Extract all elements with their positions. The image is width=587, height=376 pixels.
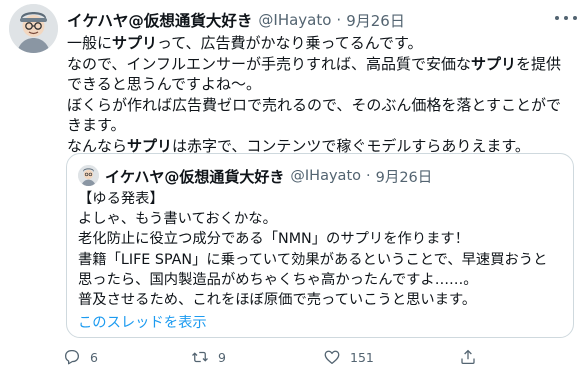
text-segment: を提供 (515, 54, 561, 73)
quoted-line: 思ったら、国内製造品がめちゃくちゃ高かったんですよ……。 (78, 271, 478, 288)
reply-button[interactable]: 6 (63, 345, 98, 369)
highlighted-keyword: サプリ (112, 34, 158, 52)
tweet-line: できると思うんですよね〜。 (67, 74, 572, 95)
quoted-line: 老化防止に役立つ成分である「NMN」のサプリを作ります！ (78, 231, 470, 248)
quoted-tweet[interactable]: イケハヤ@仮想通貨大好き @IHayato · 9月26日 【ゆる発表】 よしゃ… (66, 153, 574, 338)
text-segment: 一般に (67, 34, 113, 52)
retweet-button[interactable]: 9 (191, 345, 226, 369)
text-segment: きます。 (67, 116, 126, 134)
text-segment: ぼくらが作れば広告費ゼロで売れるので、そのぶん価格を落とすことがで (67, 95, 561, 114)
like-count: 151 (350, 349, 374, 365)
quoted-handle: @IHayato (290, 168, 361, 184)
tweet-date[interactable]: 9月26日 (346, 10, 405, 31)
show-thread-link[interactable]: このスレッドを表示 (78, 311, 207, 332)
more-icon[interactable] (555, 10, 577, 26)
retweet-icon (192, 351, 208, 363)
display-name[interactable]: イケハヤ@仮想通貨大好き (67, 9, 252, 31)
handle[interactable]: @IHayato (258, 11, 331, 29)
quoted-date: 9月26日 (375, 169, 433, 186)
tweet-line: 一般にサプリって、広告費がかなり乗ってるんです。 (67, 33, 572, 54)
more-dot (564, 16, 568, 20)
avatar[interactable] (9, 4, 58, 53)
more-dot (573, 16, 577, 20)
tweet-line: なので、インフルエンサーが手売りすれば、高品質で安価なサプリを提供 (67, 54, 572, 75)
text-segment: は赤字で、コンテンツで稼ぐモデルすらありえます。 (172, 136, 530, 155)
highlighted-keyword: サプリ (470, 54, 516, 73)
tweet-line: ぼくらが作れば広告費ゼロで売れるので、そのぶん価格を落とすことがで (67, 95, 572, 116)
separator: · (336, 11, 342, 29)
quoted-line: 書籍「LIFE SPAN」に乗っていて効果があるということで、早速買おうと (78, 251, 548, 268)
text-segment: なので、インフルエンサーが手売りすれば、高品質で安価な (67, 54, 471, 73)
text-segment: って、広告費がかなり乗ってるんです。 (157, 34, 423, 52)
tweet-header: イケハヤ@仮想通貨大好き @IHayato · 9月26日 (67, 9, 405, 31)
tweet-line: きます。 (67, 115, 572, 136)
quoted-display-name: イケハヤ@仮想通貨大好き (105, 167, 285, 186)
reply-icon (64, 349, 80, 365)
share-icon (461, 349, 475, 365)
text-segment: できると思うんですよね〜。 (67, 75, 261, 93)
quoted-header: イケハヤ@仮想通貨大好き @IHayato · 9月26日 (105, 165, 432, 187)
quoted-line: 普及させるため、これをほぼ原価で売っていこうと思います。 (78, 292, 477, 309)
quoted-separator: · (366, 168, 371, 184)
highlighted-keyword: サプリ (127, 136, 173, 155)
reply-count: 6 (90, 349, 98, 365)
retweet-count: 9 (218, 349, 226, 365)
like-icon (324, 350, 340, 365)
text-segment: なんなら (67, 136, 128, 155)
tweet[interactable]: イケハヤ@仮想通貨大好き @IHayato · 9月26日 一般にサプリって、広… (0, 0, 587, 376)
tweet-text: 一般にサプリって、広告費がかなり乗ってるんです。 なので、インフルエンサーが手売り… (67, 33, 572, 156)
action-bar: 6 9 151 (63, 345, 533, 369)
quoted-text: 【ゆる発表】 よしゃ、もう書いておくかな。 老化防止に役立つ成分である「NMN」… (78, 189, 566, 310)
share-button[interactable] (459, 345, 477, 369)
like-button[interactable]: 151 (323, 345, 374, 369)
quoted-line: 【ゆる発表】 (78, 191, 164, 207)
more-dot (555, 16, 559, 20)
quoted-line: よしゃ、もう書いておくかな。 (78, 211, 277, 228)
quoted-avatar (78, 165, 99, 186)
